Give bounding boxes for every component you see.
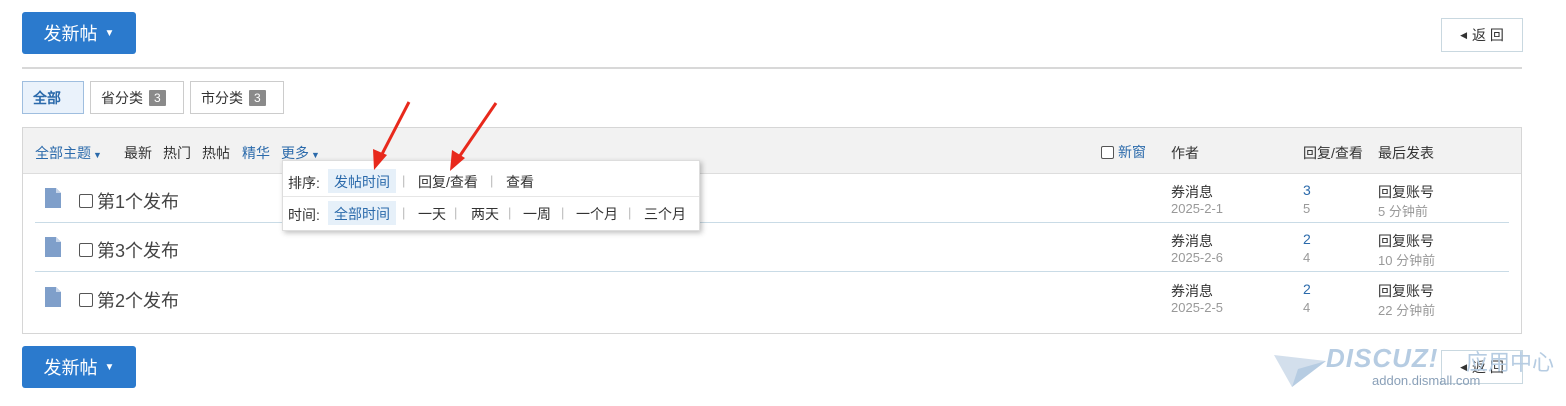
view-count: 5 [1303, 201, 1311, 216]
separator: | [508, 205, 512, 220]
back-button-label: 返 回 [1472, 27, 1504, 43]
reply-count[interactable]: 2 [1303, 231, 1311, 247]
watermark: DISCUZ! 应用中心 addon.dismall.com [1272, 343, 1562, 403]
document-icon [45, 188, 61, 208]
separator: | [628, 205, 632, 220]
sort-option-replies-views[interactable]: 回复/查看 [412, 169, 484, 193]
time-option-two-days[interactable]: 两天 [465, 201, 505, 225]
document-icon [45, 237, 61, 257]
last-post-time[interactable]: 5 分钟前 [1378, 201, 1428, 220]
time-option-all[interactable]: 全部时间 [328, 201, 396, 225]
thread-author[interactable]: 券消息 [1171, 182, 1213, 202]
post-new-thread-button-bottom[interactable]: 发新帖 ▼ [22, 346, 136, 388]
sort-row: 排序: 发帖时间 | 回复/查看 | 查看 [283, 167, 699, 197]
time-option-one-week[interactable]: 一周 [517, 201, 557, 225]
time-option-one-day[interactable]: 一天 [412, 201, 452, 225]
thread-date: 2025-2-6 [1171, 250, 1224, 265]
paper-plane-icon [1274, 355, 1326, 387]
filter-all-topics[interactable]: 全部主题 ▼ [35, 143, 102, 163]
watermark-url: addon.dismall.com [1372, 373, 1481, 388]
post-new-thread-button[interactable]: 发新帖 ▼ [22, 12, 136, 54]
checkbox-icon[interactable] [79, 243, 93, 257]
last-post-user[interactable]: 回复账号 [1378, 182, 1434, 202]
separator: | [454, 205, 458, 220]
filter-hot[interactable]: 热门 [163, 143, 191, 163]
category-tab-label: 市分类 [201, 89, 243, 106]
view-count: 4 [1303, 300, 1311, 315]
reply-count[interactable]: 2 [1303, 281, 1311, 297]
col-author: 作者 [1171, 145, 1199, 161]
time-row: 时间: 全部时间 | 一天 | 两天 | 一周 | 一个月 | 三个月 [283, 199, 699, 229]
caret-down-icon: ▼ [104, 27, 115, 39]
filter-latest[interactable]: 最新 [124, 143, 152, 163]
table-row: 第1个发布 券消息 2025-2-1 3 5 回复账号 5 分钟前 [35, 174, 1509, 223]
col-last-post[interactable]: 最后发表 [1378, 143, 1434, 163]
last-post-time[interactable]: 22 分钟前 [1378, 300, 1435, 319]
thread-date: 2025-2-5 [1171, 300, 1224, 315]
thread-author[interactable]: 券消息 [1171, 281, 1213, 301]
view-count: 4 [1303, 250, 1311, 265]
separator: | [561, 205, 565, 220]
category-tab-province[interactable]: 省分类 3 [90, 81, 184, 114]
category-tab-city[interactable]: 市分类 3 [190, 81, 284, 114]
category-count-badge: 3 [149, 89, 166, 106]
separator: | [402, 205, 406, 220]
time-label: 时间: [288, 207, 320, 223]
triangle-left-icon: ◀ [1460, 29, 1468, 40]
thread-title[interactable]: 第1个发布 [79, 188, 179, 214]
last-post-time[interactable]: 10 分钟前 [1378, 250, 1435, 269]
time-option-three-months[interactable]: 三个月 [638, 201, 692, 225]
thread-list-header: 全部主题 ▼ 最新 热门 热帖 精华 更多 ▼ 新窗 作者 回复/查看 最后发表 [23, 128, 1521, 174]
last-post-user[interactable]: 回复账号 [1378, 231, 1434, 251]
category-tab-label: 全部 [33, 89, 61, 106]
category-tab-label: 省分类 [101, 89, 143, 106]
filter-hot-posts[interactable]: 热帖 [202, 143, 230, 163]
last-post-user[interactable]: 回复账号 [1378, 281, 1434, 301]
thread-title[interactable]: 第3个发布 [79, 237, 179, 263]
sort-filter-popup: 排序: 发帖时间 | 回复/查看 | 查看 时间: 全部时间 | 一天 | 两天… [282, 160, 700, 231]
filter-digest[interactable]: 精华 [242, 143, 270, 163]
thread-title[interactable]: 第2个发布 [79, 287, 179, 313]
post-button-label: 发新帖 [43, 358, 98, 378]
new-window-label: 新窗 [1118, 144, 1146, 160]
category-count-badge: 3 [249, 89, 266, 106]
sort-label: 排序: [288, 175, 320, 191]
document-icon [45, 287, 61, 307]
thread-date: 2025-2-1 [1171, 201, 1224, 216]
table-row: 第3个发布 券消息 2025-2-6 2 4 回复账号 10 分钟前 [35, 223, 1509, 272]
divider [22, 67, 1522, 69]
new-window-toggle[interactable]: 新窗 [1101, 142, 1146, 162]
category-tab-all[interactable]: 全部 [22, 81, 84, 114]
col-replies-views[interactable]: 回复/查看 [1303, 143, 1363, 163]
back-button[interactable]: ◀ 返 回 [1441, 18, 1523, 52]
checkbox-icon[interactable] [79, 293, 93, 307]
thread-author[interactable]: 券消息 [1171, 231, 1213, 251]
checkbox-icon [1101, 145, 1114, 159]
sort-option-post-time[interactable]: 发帖时间 [328, 169, 396, 193]
separator: | [490, 173, 494, 188]
caret-down-icon: ▼ [93, 150, 102, 160]
checkbox-icon[interactable] [79, 194, 93, 208]
time-option-one-month[interactable]: 一个月 [570, 201, 624, 225]
thread-list: 全部主题 ▼ 最新 热门 热帖 精华 更多 ▼ 新窗 作者 回复/查看 最后发表 第… [22, 127, 1522, 334]
caret-down-icon: ▼ [311, 150, 320, 160]
reply-count[interactable]: 3 [1303, 182, 1311, 198]
post-button-label: 发新帖 [43, 24, 98, 44]
sort-option-views[interactable]: 查看 [500, 169, 540, 193]
separator: | [402, 173, 406, 188]
caret-down-icon: ▼ [104, 361, 115, 373]
table-row: 第2个发布 券消息 2025-2-5 2 4 回复账号 22 分钟前 [35, 273, 1509, 322]
watermark-logo: DISCUZ! [1326, 343, 1439, 373]
